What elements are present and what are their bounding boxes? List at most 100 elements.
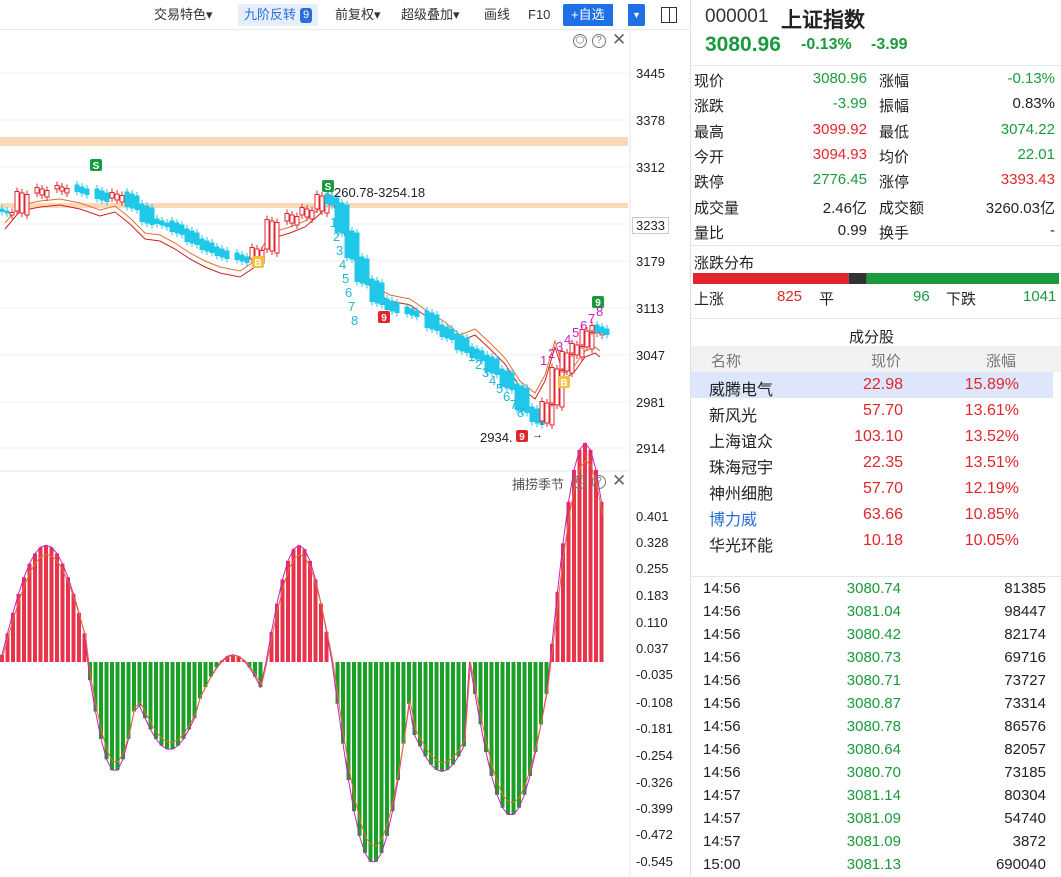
down-count: 1041: [1023, 288, 1057, 305]
kline-chart-svg[interactable]: SSBB99912345678123456781 2 3 4 5 6 7 8: [0, 31, 690, 876]
histogram-bar: [170, 662, 175, 750]
histogram-bar: [528, 662, 532, 776]
seq-down-number: 4: [339, 257, 346, 272]
chart-area[interactable]: SSBB999123456781234567812345678 ⬡ ? ✕ 34…: [0, 30, 690, 876]
candle-body: [99, 190, 105, 201]
candle-body: [394, 302, 400, 313]
constituent-row[interactable]: 珠海冠宇 22.35 13.51%: [691, 450, 1053, 477]
tick-volume: 73185: [1004, 764, 1046, 781]
trading-features-label: 交易特色: [154, 7, 207, 22]
constituent-row[interactable]: 上海谊众 103.10 13.52%: [691, 424, 1053, 451]
constituent-change: 13.52%: [964, 428, 1019, 445]
f10-button[interactable]: F10: [528, 4, 550, 26]
constituent-row[interactable]: 新风光 57.70 13.61%: [691, 398, 1053, 425]
y-tick: 2914: [636, 441, 665, 456]
tick-volume: 82174: [1004, 626, 1046, 643]
forward-adjust-menu[interactable]: 前复权▾: [335, 4, 381, 26]
histogram-bar: [308, 560, 312, 662]
constituent-price: 63.66: [862, 506, 903, 523]
candle-body: [234, 252, 240, 260]
close-icon[interactable]: ✕: [612, 30, 626, 50]
tick-row: 14:56 3080.71 73727: [691, 670, 1061, 693]
constituent-price: 103.10: [854, 428, 903, 445]
tick-time: 14:56: [703, 649, 741, 666]
histogram-bar: [368, 662, 373, 862]
constituent-row[interactable]: 华光环能 10.18 10.05%: [691, 528, 1053, 555]
col-price[interactable]: 现价: [871, 350, 901, 371]
draw-line-button[interactable]: 画线: [484, 4, 510, 26]
histogram-bar: [440, 662, 444, 772]
trading-features-menu[interactable]: 交易特色▾: [154, 4, 213, 26]
candle-body: [199, 238, 205, 250]
histogram-bar: [66, 577, 70, 662]
histogram-bar: [132, 662, 136, 712]
add-watchlist-dropdown[interactable]: ▼: [627, 4, 645, 26]
tick-volume: 690040: [995, 856, 1046, 873]
histogram-bar: [302, 549, 307, 662]
candle-body: [374, 280, 380, 304]
candle-body: [244, 256, 250, 263]
close-icon[interactable]: ✕: [612, 471, 626, 491]
constituent-row[interactable]: 神州细胞 57.70 12.19%: [691, 476, 1053, 503]
candle-body: [209, 242, 215, 253]
help-icon[interactable]: ?: [592, 34, 606, 48]
histogram-bar: [71, 593, 76, 662]
histogram-bar: [379, 662, 384, 853]
constituent-change: 10.05%: [964, 532, 1019, 549]
histogram-bar: [533, 662, 538, 753]
panel-toggle-icon[interactable]: [661, 7, 677, 23]
tick-volume: 3872: [1012, 833, 1046, 850]
quote-label: 涨停: [879, 174, 910, 192]
histogram-bar: [121, 662, 125, 760]
tick-volume: 69716: [1004, 649, 1046, 666]
histogram-bar: [55, 553, 59, 662]
candle-body: [389, 300, 395, 312]
y-tick: -0.035: [636, 667, 673, 682]
candle-body: [134, 195, 140, 210]
tick-row: 14:56 3080.73 69716: [691, 647, 1061, 670]
nine-signal-text: 9: [519, 432, 525, 443]
constituent-change: 10.85%: [964, 506, 1019, 523]
y-tick: 3445: [636, 66, 665, 81]
y-tick: 0.401: [636, 509, 669, 524]
settings-hex-icon[interactable]: ⬡: [573, 34, 587, 48]
dist-down-bar: [866, 273, 1059, 284]
tick-volume: 73314: [1004, 695, 1046, 712]
candle-body: [564, 352, 570, 372]
candle-body: [44, 190, 50, 198]
constituent-name: 新风光: [709, 408, 758, 425]
tick-price: 3080.42: [846, 626, 901, 643]
seq-up-number: 8: [596, 304, 603, 319]
candle-body: [354, 254, 360, 282]
constituent-row[interactable]: 威腾电气 22.98 15.89%: [691, 372, 1053, 399]
tick-price: 3080.73: [846, 649, 901, 666]
super-overlay-menu[interactable]: 超级叠加▾: [401, 4, 460, 26]
col-name[interactable]: 名称: [711, 350, 741, 371]
help-icon[interactable]: ?: [592, 475, 606, 489]
histogram-bar: [385, 662, 389, 836]
histogram-bar: [137, 662, 142, 706]
tick-time: 14:56: [703, 764, 741, 781]
seq-up-number: 3: [556, 339, 563, 354]
distribution-bar: [693, 273, 1059, 284]
candle-body: [39, 188, 45, 196]
constituent-name: 上海谊众: [709, 434, 774, 451]
candle-body: [129, 193, 135, 209]
nine-reversal-button[interactable]: 九阶反转 9: [238, 4, 319, 26]
tick-volume: 81385: [1004, 580, 1046, 597]
add-watchlist-button[interactable]: +自选: [563, 4, 613, 26]
y-tick: 2981: [636, 395, 665, 410]
constituent-name: 华光环能: [709, 538, 774, 555]
seq-down-number: 3: [336, 243, 343, 258]
candle-body: [164, 222, 170, 227]
tick-price: 3080.87: [846, 695, 901, 712]
candle-body: [409, 308, 415, 316]
candle-body: [149, 207, 155, 225]
settings-hex-icon[interactable]: ⬡: [573, 475, 587, 489]
histogram-bar: [407, 662, 411, 704]
constituent-row[interactable]: 博力威 63.66 10.85%: [691, 502, 1053, 529]
y-tick: 3179: [636, 254, 665, 269]
histogram-bar: [445, 662, 450, 770]
col-change[interactable]: 涨幅: [986, 350, 1016, 371]
candle-body: [414, 310, 420, 317]
